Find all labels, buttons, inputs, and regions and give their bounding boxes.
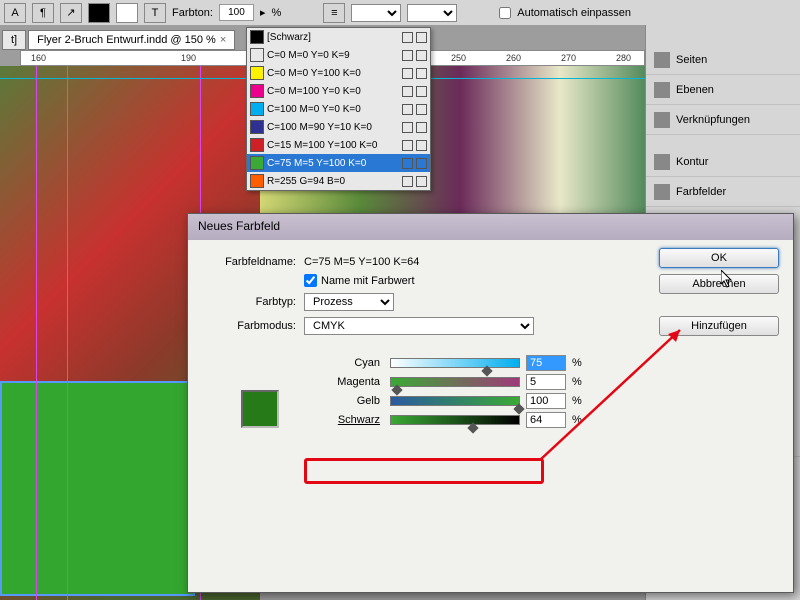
swatch-item[interactable]: [Schwarz] — [247, 28, 430, 46]
spot-icon — [416, 32, 427, 43]
type-select[interactable] — [407, 4, 457, 22]
name-with-value-label: Name mit Farbwert — [321, 275, 415, 287]
swatch-item[interactable]: C=15 M=100 Y=100 K=0 — [247, 136, 430, 154]
tab-active[interactable]: Flyer 2-Bruch Entwurf.indd @ 150 %× — [28, 30, 235, 50]
magenta-input[interactable] — [526, 374, 566, 390]
cyan-slider[interactable] — [390, 358, 520, 368]
magenta-row: Magenta % — [324, 374, 777, 390]
farbtyp-select[interactable]: Prozess — [304, 293, 394, 311]
document-tabs: t] Flyer 2-Bruch Entwurf.indd @ 150 %× — [0, 25, 235, 50]
name-with-value-checkbox[interactable] — [304, 274, 317, 287]
gelb-input[interactable] — [526, 393, 566, 409]
fill-swatch[interactable] — [88, 3, 110, 23]
add-button[interactable]: Hinzufügen — [659, 316, 779, 336]
top-toolbar: A ¶ ↗ T Farbton: ▸ % ≡ Automatisch einpa… — [0, 0, 800, 25]
annotation-highlight — [304, 458, 544, 484]
dialog-title: Neues Farbfeld — [188, 214, 793, 240]
autofit-label: Automatisch einpassen — [517, 7, 631, 19]
cursor-icon — [721, 270, 733, 288]
swatches-icon — [654, 184, 670, 200]
panel-verknuepfungen[interactable]: Verknüpfungen — [646, 105, 800, 135]
farbton-label: Farbton: — [172, 7, 213, 19]
cyan-row: Cyan % — [324, 355, 777, 371]
stroke-swatch[interactable] — [116, 3, 138, 23]
farbmodus-label: Farbmodus: — [204, 320, 304, 332]
swatch-item[interactable]: C=0 M=0 Y=0 K=9 — [247, 46, 430, 64]
pages-icon — [654, 52, 670, 68]
schwarz-row: Schwarz % — [324, 412, 777, 428]
tab[interactable]: t] — [2, 30, 26, 50]
farbmodus-select[interactable]: CMYK — [304, 317, 534, 335]
cancel-button[interactable]: Abbrechen — [659, 274, 779, 294]
farbtyp-label: Farbtyp: — [204, 296, 304, 308]
swatch-item[interactable]: C=0 M=100 Y=0 K=0 — [247, 82, 430, 100]
text-tool-icon[interactable]: T — [144, 3, 166, 23]
ok-button[interactable]: OK — [659, 248, 779, 268]
gelb-row: Gelb % — [324, 393, 777, 409]
guide-vertical[interactable] — [67, 66, 68, 600]
guide-vertical[interactable] — [36, 66, 37, 600]
links-icon — [654, 112, 670, 128]
align-button[interactable]: ≡ — [323, 3, 345, 23]
schwarz-slider[interactable] — [390, 415, 520, 425]
autofit-checkbox[interactable] — [499, 7, 511, 19]
tool-button[interactable]: ¶ — [32, 3, 54, 23]
swatch-item[interactable]: C=100 M=90 Y=10 K=0 — [247, 118, 430, 136]
panel-seiten[interactable]: Seiten — [646, 45, 800, 75]
chevron-right-icon: ▸ — [260, 6, 266, 19]
panel-farbfelder[interactable]: Farbfelder — [646, 177, 800, 207]
percent-label: % — [272, 7, 282, 19]
swatch-item[interactable]: C=100 M=0 Y=0 K=0 — [247, 100, 430, 118]
stroke-icon — [654, 154, 670, 170]
schwarz-input[interactable] — [526, 412, 566, 428]
farbton-input[interactable] — [219, 4, 254, 21]
layers-icon — [654, 82, 670, 98]
farbfeldname-label: Farbfeldname: — [204, 256, 304, 268]
weight-select[interactable] — [351, 4, 401, 22]
farbfeldname-value: C=75 M=5 Y=100 K=64 — [304, 256, 419, 268]
swatch-dropdown[interactable]: [Schwarz] C=0 M=0 Y=0 K=9 C=0 M=0 Y=100 … — [246, 27, 431, 191]
none-icon — [402, 32, 413, 43]
panel-ebenen[interactable]: Ebenen — [646, 75, 800, 105]
swatch-item-selected[interactable]: C=75 M=5 Y=100 K=0 — [247, 154, 430, 172]
swatch-item[interactable]: R=255 G=94 B=0 — [247, 172, 430, 190]
close-icon[interactable]: × — [220, 34, 226, 46]
gelb-slider[interactable] — [390, 396, 520, 406]
swatch-item[interactable]: C=0 M=0 Y=100 K=0 — [247, 64, 430, 82]
tool-button[interactable]: ↗ — [60, 3, 82, 23]
new-swatch-dialog: Neues Farbfeld OK Abbrechen Hinzufügen F… — [187, 213, 794, 593]
tool-button[interactable]: A — [4, 3, 26, 23]
selected-frame[interactable] — [0, 381, 195, 596]
panel-kontur[interactable]: Kontur — [646, 147, 800, 177]
magenta-slider[interactable] — [390, 377, 520, 387]
cyan-input[interactable] — [526, 355, 566, 371]
color-preview — [241, 390, 279, 428]
